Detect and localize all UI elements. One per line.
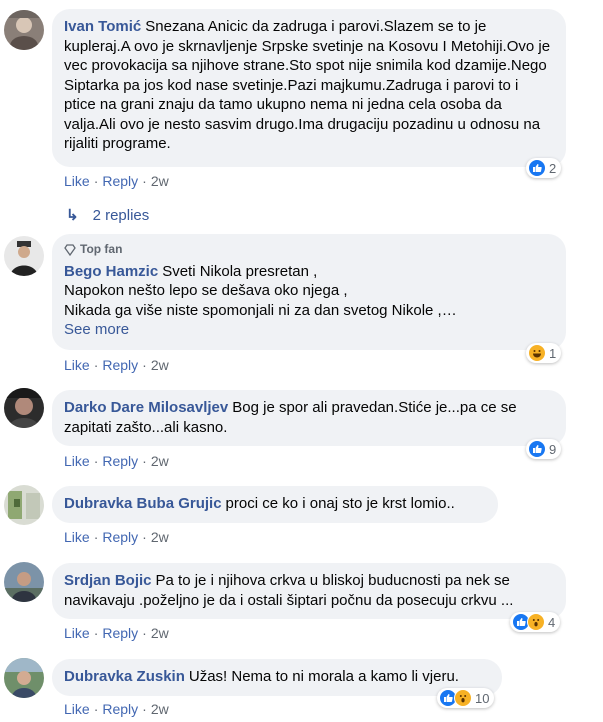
like-link[interactable]: Like — [64, 357, 90, 373]
like-link[interactable]: Like — [64, 625, 90, 641]
comment-actions: Like · Reply · 2w — [64, 453, 169, 469]
reply-link[interactable]: Reply — [102, 701, 138, 717]
diamond-icon — [64, 244, 76, 256]
comment-actions: Like · Reply · 2w — [64, 173, 169, 189]
view-replies-link[interactable]: ↳ 2 replies — [66, 206, 149, 224]
separator: · — [93, 453, 99, 469]
like-link[interactable]: Like — [64, 453, 90, 469]
timestamp[interactable]: 2w — [151, 625, 169, 641]
separator: · — [93, 701, 99, 717]
reaction-count: 1 — [549, 345, 557, 361]
comment-actions: Like · Reply · 2w — [64, 701, 169, 717]
comment-text: proci ce ko i onaj sto je krst lomio.. — [225, 495, 455, 512]
comment-author[interactable]: Ivan Tomić — [64, 18, 141, 35]
separator: · — [93, 529, 99, 545]
reply-link[interactable]: Reply — [102, 625, 138, 641]
like-link[interactable]: Like — [64, 173, 90, 189]
separator: · — [142, 701, 147, 717]
reply-link[interactable]: Reply — [102, 529, 138, 545]
comment-author[interactable]: Srdjan Bojic — [64, 572, 152, 589]
separator: · — [142, 453, 147, 469]
timestamp[interactable]: 2w — [151, 529, 169, 545]
separator: · — [142, 357, 147, 373]
comment-author[interactable]: Dubravka Zuskin — [64, 668, 185, 685]
top-fan-badge: Top fan — [64, 240, 554, 260]
comment-author[interactable]: Darko Dare Milosavljev — [64, 399, 228, 416]
separator: · — [93, 625, 99, 641]
timestamp[interactable]: 2w — [151, 357, 169, 373]
wow-reaction-icon — [527, 613, 545, 631]
comment-actions: Like · Reply · 2w — [64, 529, 169, 545]
timestamp[interactable]: 2w — [151, 173, 169, 189]
replies-count: 2 replies — [92, 207, 150, 224]
reaction-summary[interactable]: 4 — [510, 612, 561, 632]
comment-bubble: Top fan Bego Hamzic Sveti Nikola presreta… — [52, 234, 566, 350]
reply-link[interactable]: Reply — [102, 453, 138, 469]
separator: · — [142, 529, 147, 545]
comment-bubble: Dubravka Zuskin Užas! Nema to ni morala a… — [52, 659, 502, 696]
comment-text: Snezana Anicic da zadruga i parovi.Slaze… — [64, 18, 551, 152]
reaction-count: 4 — [548, 614, 556, 630]
reaction-count: 9 — [549, 441, 557, 457]
reaction-summary[interactable]: 1 — [526, 343, 562, 363]
separator: · — [93, 173, 99, 189]
like-reaction-icon — [528, 440, 546, 458]
like-reaction-icon — [528, 159, 546, 177]
reaction-summary[interactable]: 9 — [526, 439, 562, 459]
badge-label: Top fan — [80, 242, 123, 256]
comment-bubble: Srdjan Bojic Pa to je i njihova crkva u b… — [52, 563, 566, 619]
comment-author[interactable]: Dubravka Buba Grujic — [64, 495, 222, 512]
like-link[interactable]: Like — [64, 701, 90, 717]
reply-arrow-icon: ↳ — [66, 207, 79, 224]
haha-reaction-icon — [528, 344, 546, 362]
wow-reaction-icon — [454, 689, 472, 707]
reaction-count: 2 — [549, 160, 557, 176]
comment-actions: Like · Reply · 2w — [64, 357, 169, 373]
avatar[interactable] — [4, 388, 44, 428]
comment-author[interactable]: Bego Hamzic — [64, 263, 158, 280]
avatar[interactable] — [4, 236, 44, 276]
reaction-count: 10 — [475, 690, 490, 706]
reaction-summary[interactable]: 10 — [437, 688, 495, 708]
avatar[interactable] — [4, 658, 44, 698]
reply-link[interactable]: Reply — [102, 173, 138, 189]
avatar[interactable] — [4, 562, 44, 602]
separator: · — [142, 625, 147, 641]
separator: · — [93, 357, 99, 373]
avatar[interactable] — [4, 485, 44, 525]
comment-bubble: Dubravka Buba Grujic proci ce ko i onaj s… — [52, 486, 498, 523]
comment-actions: Like · Reply · 2w — [64, 625, 169, 641]
separator: · — [142, 173, 147, 189]
comment-text: Užas! Nema to ni morala a kamo li vjeru. — [188, 668, 459, 685]
avatar[interactable] — [4, 10, 44, 50]
like-link[interactable]: Like — [64, 529, 90, 545]
timestamp[interactable]: 2w — [151, 453, 169, 469]
comment-bubble: Darko Dare Milosavljev Bog je spor ali pr… — [52, 390, 566, 446]
comment-bubble: Ivan Tomić Snezana Anicic da zadruga i pa… — [52, 9, 566, 167]
reaction-summary[interactable]: 2 — [526, 158, 562, 178]
timestamp[interactable]: 2w — [151, 701, 169, 717]
reply-link[interactable]: Reply — [102, 357, 138, 373]
see-more-link[interactable]: See more — [64, 320, 554, 340]
